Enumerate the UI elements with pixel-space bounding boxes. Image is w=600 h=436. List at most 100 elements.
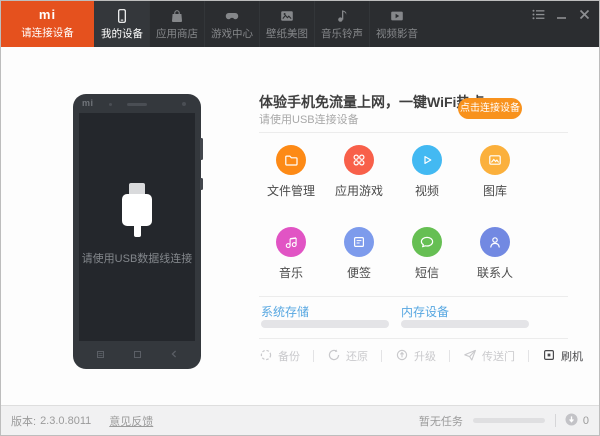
phone-back-icon: [171, 345, 177, 363]
status-left: 版本: 2.3.0.8011 意见反馈: [11, 413, 153, 429]
task-list-icon[interactable]: [531, 8, 545, 20]
toolbar-separator: [381, 350, 382, 362]
shortcut-notes[interactable]: 便签: [325, 227, 393, 281]
status-separator: [554, 414, 556, 427]
restore-icon: [327, 348, 341, 365]
phone-speaker: [127, 103, 147, 106]
shopping-bag-icon: [169, 8, 185, 24]
internal-storage-bar: [401, 320, 529, 328]
backup-icon: [259, 348, 273, 365]
toolbar-separator: [528, 350, 529, 362]
sms-icon: [412, 227, 442, 257]
gallery-icon: [480, 145, 510, 175]
phone-mi-logo: mi: [82, 98, 94, 108]
tab-music-ringtones[interactable]: 音乐铃声: [314, 1, 369, 47]
divider: [259, 296, 568, 297]
toolbar-separator: [449, 350, 450, 362]
status-bar: 版本: 2.3.0.8011 意见反馈 暂无任务 0: [1, 405, 599, 435]
restore-button: 还原: [327, 348, 368, 365]
tool-label: 还原: [346, 351, 368, 363]
flash-rom-button[interactable]: 刷机: [542, 348, 583, 365]
tool-label: 备份: [278, 351, 300, 363]
shortcut-label: 视频: [414, 184, 439, 198]
phone-home-icon: [134, 345, 141, 363]
shortcut-file-manager[interactable]: 文件管理: [257, 145, 325, 199]
window-controls: [531, 8, 591, 20]
shortcut-label: 文件管理: [266, 184, 315, 198]
shortcut-label: 图库: [482, 184, 507, 198]
phone-illustration: mi 请使用USB数据线连接: [73, 94, 203, 369]
usb-plug-icon: [79, 183, 195, 237]
notes-icon: [344, 227, 374, 257]
phone-volume-button: [200, 138, 203, 160]
shortcut-apps-games[interactable]: 应用游戏: [325, 145, 393, 199]
tab-label: 游戏中心: [211, 27, 253, 40]
folder-icon: [276, 145, 306, 175]
tab-label: 应用商店: [156, 27, 198, 40]
play-icon: [412, 145, 442, 175]
divider: [259, 338, 568, 339]
connect-tab-label: 请连接设备: [21, 27, 74, 39]
usb-hint-text: 请使用USB数据线连接: [81, 253, 193, 265]
shortcut-grid: 文件管理 应用游戏 视频 图库 音乐 便签 短信 联系人: [257, 145, 529, 281]
portal-icon: [463, 348, 477, 365]
tool-label: 升级: [414, 351, 436, 363]
contacts-icon: [480, 227, 510, 257]
divider: [259, 132, 568, 133]
tab-label: 壁纸美图: [266, 27, 308, 40]
phone-sensor-dot: [109, 103, 112, 106]
panel-subtitle: 请使用USB连接设备: [259, 114, 359, 126]
device-toolbar: 备份 还原 升级 传送门 刷机: [259, 347, 583, 365]
download-count: 0: [582, 414, 589, 427]
main-content: mi 请使用USB数据线连接 体验手机免流量上网，一键WiFi热点 请使用USB…: [1, 47, 599, 405]
close-icon[interactable]: [577, 8, 591, 20]
connect-device-button[interactable]: 点击连接设备: [458, 98, 522, 119]
portal-button: 传送门: [463, 348, 515, 365]
download-icon[interactable]: [565, 413, 578, 429]
apps-icon: [344, 145, 374, 175]
toolbar-separator: [313, 350, 314, 362]
tab-wallpapers[interactable]: 壁纸美图: [259, 1, 314, 47]
system-storage-bar: [261, 320, 389, 328]
phone-power-button: [200, 178, 203, 190]
minimize-icon[interactable]: [554, 8, 568, 20]
shortcut-contacts[interactable]: 联系人: [461, 227, 529, 281]
tab-game-center[interactable]: 游戏中心: [204, 1, 259, 47]
system-storage-link[interactable]: 系统存储: [261, 303, 309, 320]
video-icon: [389, 8, 405, 24]
phone-icon: [114, 8, 130, 24]
shortcut-label: 音乐: [278, 266, 303, 280]
shortcut-video[interactable]: 视频: [393, 145, 461, 199]
phone-screen: 请使用USB数据线连接: [79, 113, 195, 341]
task-status-text: 暂无任务: [418, 415, 463, 428]
internal-storage-link[interactable]: 内存设备: [401, 303, 449, 320]
mi-pc-suite-window: mi 请连接设备 我的设备 应用商店 游戏中心 壁纸美图 音乐铃声 视频影音 m…: [0, 0, 600, 436]
panel-title: 体验手机免流量上网，一键WiFi热点: [259, 94, 485, 110]
tab-app-store[interactable]: 应用商店: [149, 1, 204, 47]
tab-my-device[interactable]: 我的设备: [94, 1, 149, 47]
feedback-link[interactable]: 意见反馈: [109, 413, 153, 429]
tab-video[interactable]: 视频影音: [369, 1, 424, 47]
shortcut-sms[interactable]: 短信: [393, 227, 461, 281]
backup-button: 备份: [259, 348, 300, 365]
phone-camera: [182, 102, 186, 106]
shortcut-label: 短信: [414, 266, 439, 280]
tab-label: 音乐铃声: [321, 27, 363, 40]
music-icon: [276, 227, 306, 257]
flash-icon: [542, 348, 556, 365]
status-right: 暂无任务 0: [419, 413, 589, 429]
tool-label: 传送门: [482, 351, 515, 363]
upgrade-button: 升级: [395, 348, 436, 365]
phone-nav-buttons: [73, 348, 201, 360]
connect-device-tab[interactable]: mi 请连接设备: [1, 1, 94, 47]
shortcut-gallery[interactable]: 图库: [461, 145, 529, 199]
music-note-icon: [334, 8, 350, 24]
shortcut-label: 联系人: [476, 266, 513, 280]
version-value: 2.3.0.8011: [40, 414, 92, 427]
shortcut-label: 便签: [346, 266, 371, 280]
upgrade-icon: [395, 348, 409, 365]
picture-icon: [279, 8, 295, 24]
gamepad-icon: [224, 8, 240, 24]
mi-logo: mi: [38, 7, 57, 22]
shortcut-music[interactable]: 音乐: [257, 227, 325, 281]
